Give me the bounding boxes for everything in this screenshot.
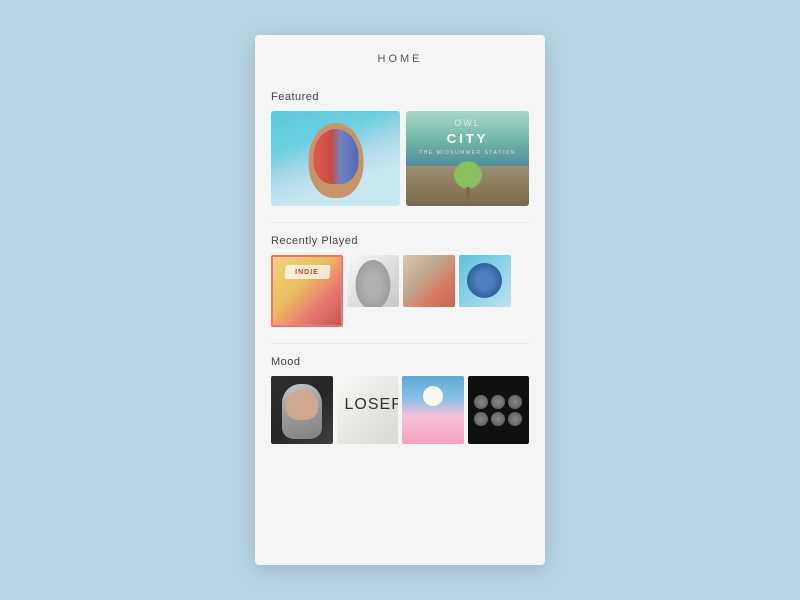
recently-played-section: Recently Played: [255, 223, 545, 343]
recent-small-col1: [347, 255, 399, 307]
app-window: HOME Featured OWL CITY THE MIDSUMMER STA…: [255, 35, 545, 565]
recent-small-col2: [403, 255, 455, 307]
bottom-space: [255, 460, 545, 480]
page-header: HOME: [255, 35, 545, 79]
mood-section: Mood LOSER: [255, 344, 545, 460]
recent-item-rc4[interactable]: [459, 255, 511, 307]
recent-item-rc2[interactable]: [347, 255, 399, 307]
mood-item-md4[interactable]: [468, 376, 530, 444]
owl-city-text: OWL CITY THE MIDSUMMER STATION: [419, 117, 516, 157]
featured-title: Featured: [271, 91, 529, 103]
circles-grid: [474, 395, 522, 426]
circle-4: [474, 412, 488, 426]
circle-2: [491, 395, 505, 409]
recent-item-rc3[interactable]: [403, 255, 455, 307]
mood-item-md1[interactable]: [271, 376, 333, 444]
featured-grid: OWL CITY THE MIDSUMMER STATION: [271, 111, 529, 206]
recently-played-grid: [271, 255, 529, 327]
loser-text: LOSER: [345, 396, 399, 414]
mood-title: Mood: [271, 356, 529, 368]
mood-grid: LOSER: [271, 376, 529, 444]
featured-item-fka-twigs[interactable]: [271, 111, 400, 206]
circle-5: [491, 412, 505, 426]
circle-3: [508, 395, 522, 409]
page-title: HOME: [378, 53, 423, 65]
featured-item-owl-city[interactable]: OWL CITY THE MIDSUMMER STATION: [406, 111, 529, 206]
recent-small-col3: [459, 255, 511, 307]
mood-item-md2[interactable]: LOSER: [337, 376, 399, 444]
circle-1: [474, 395, 488, 409]
owl-city-tree-icon: [454, 161, 482, 189]
featured-section: Featured OWL CITY THE MIDSUMMER STATION: [255, 79, 545, 222]
recent-item-rc1[interactable]: [271, 255, 343, 327]
mood-item-md3[interactable]: [402, 376, 464, 444]
circle-6: [508, 412, 522, 426]
recently-played-title: Recently Played: [271, 235, 529, 247]
